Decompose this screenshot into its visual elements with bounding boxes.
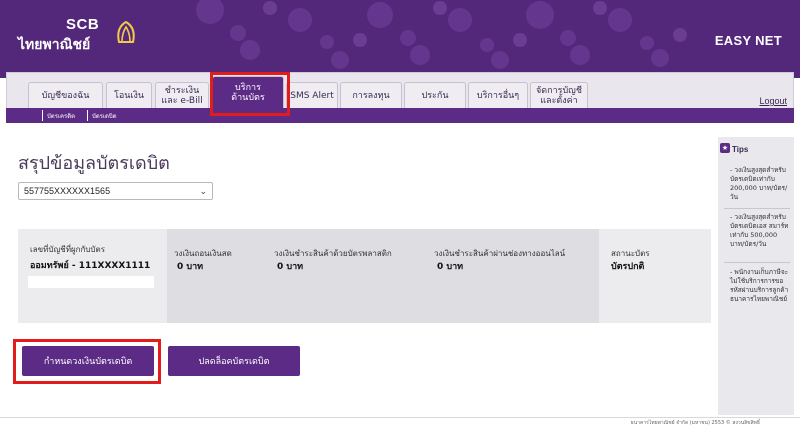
tab-investment[interactable]: การลงทุน xyxy=(340,82,402,108)
app-name: EASY NET xyxy=(714,33,782,48)
subnav-credit-card[interactable]: บัตรเครดิต xyxy=(47,111,75,121)
tab-sms-alert[interactable]: SMS Alert xyxy=(286,82,338,108)
online-limit-value: 0 บาท xyxy=(437,262,464,272)
plastic-limit-value: 0 บาท xyxy=(277,262,304,272)
header: SCB ไทยพาณิชย์ EASY NET xyxy=(0,0,800,78)
logo-thai-text: ไทยพาณิชย์ xyxy=(18,37,91,53)
tab-insurance[interactable]: ประกัน xyxy=(404,82,466,108)
tip-item: - วงเงินสูงสุดสำหรับบัตรเดบิตเท่ากับ 200… xyxy=(730,166,788,201)
star-icon: ★ xyxy=(720,143,730,153)
tab-account-settings[interactable]: จัดการบัญชี และตั้งค่า xyxy=(530,82,588,108)
tab-payment-ebill[interactable]: ชำระเงิน และ e-Bill xyxy=(155,82,209,108)
highlight-set-limit xyxy=(13,339,161,384)
page: SCB ไทยพาณิชย์ EASY NET บัญชีของฉัน โอนเ… xyxy=(0,0,800,433)
logout-link[interactable]: Logout xyxy=(759,96,787,106)
tip-item: - พนักงานเก็บภาษีจะไม่ใช้บริการการขอรหัส… xyxy=(730,268,789,303)
account-label: เลขที่บัญชีที่ผูกกับบัตร xyxy=(30,245,105,254)
page-title: สรุปข้อมูลบัตรเดบิต xyxy=(18,153,170,174)
tip-separator xyxy=(724,262,790,263)
subnav-bar xyxy=(6,108,794,123)
tip-item: - วงเงินสูงสุดสำหรับบัตรเดบิตเอส สมาร์ทเ… xyxy=(730,213,789,248)
card-select-value: 557755XXXXXX1565 xyxy=(24,186,111,196)
footer-copyright: ธนาคารไทยพาณิชย์ จำกัด (มหาชน) 2553 © สง… xyxy=(630,420,760,426)
cash-limit-value: 0 บาท xyxy=(177,262,204,272)
chevron-down-icon: ⌄ xyxy=(199,186,207,196)
card-status-value: บัตรปกติ xyxy=(611,262,645,272)
subnav-separator xyxy=(87,110,88,121)
tab-other-services[interactable]: บริการอื่นๆ xyxy=(468,82,528,108)
account-value: ออมทรัพย์ - 111XXXX1111 xyxy=(30,261,151,271)
subnav-debit-card[interactable]: บัตรเดบิต xyxy=(92,111,117,121)
card-limits-panel xyxy=(167,229,599,323)
account-name-field xyxy=(28,276,154,288)
tip-separator xyxy=(724,208,790,209)
footer-divider xyxy=(0,417,800,418)
highlight-card-services xyxy=(210,72,290,116)
unlock-debit-card-button[interactable]: ปลดล็อคบัตรเดบิต xyxy=(168,346,300,376)
logo-scb-text: SCB xyxy=(66,16,100,33)
card-select[interactable]: 557755XXXXXX1565 ⌄ xyxy=(18,182,213,200)
tab-transfer[interactable]: โอนเงิน xyxy=(106,82,152,108)
tips-title: Tips xyxy=(732,145,749,154)
scb-emblem-icon xyxy=(117,20,135,43)
tab-my-account[interactable]: บัญชีของฉัน xyxy=(28,82,103,108)
subnav-separator xyxy=(42,110,43,121)
